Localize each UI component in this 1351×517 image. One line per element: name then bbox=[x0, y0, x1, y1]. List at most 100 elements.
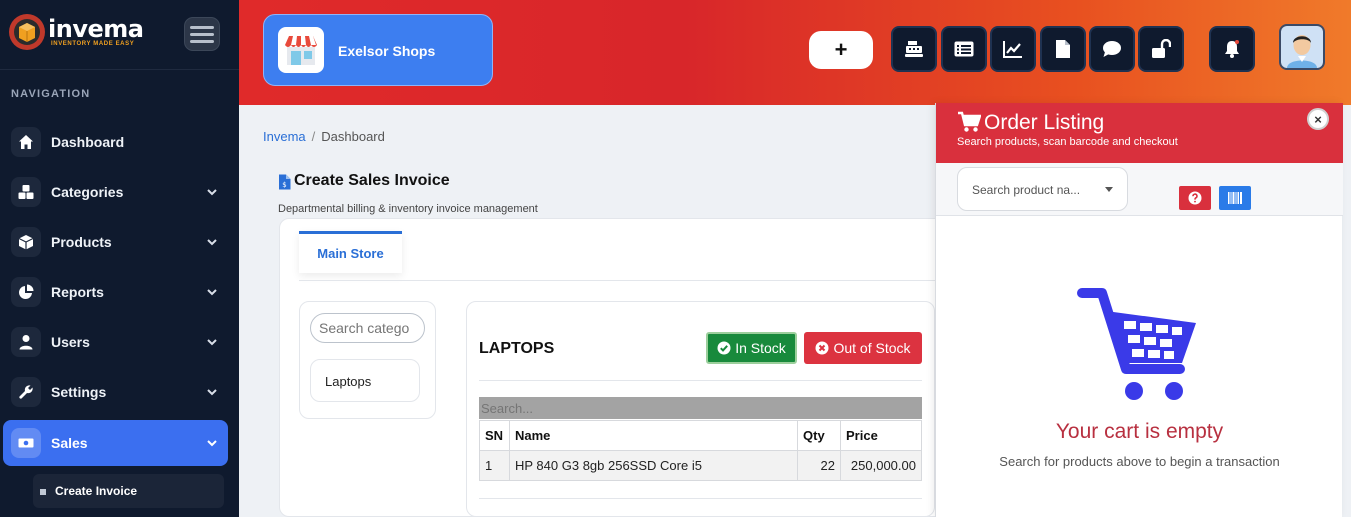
empty-cart-icon bbox=[1077, 288, 1196, 400]
table-row[interactable]: 1 HP 840 G3 8gb 256SSD Core i5 22 250,00… bbox=[479, 450, 922, 481]
hamburger-line bbox=[190, 32, 214, 36]
svg-text:$: $ bbox=[282, 181, 286, 189]
add-button[interactable]: + bbox=[809, 31, 873, 69]
sidebar-item-label: Sales bbox=[51, 435, 88, 451]
bell-icon bbox=[1225, 40, 1239, 58]
cell-price: 250,000.00 bbox=[840, 450, 922, 481]
in-stock-label: In Stock bbox=[735, 340, 786, 356]
breadcrumb-link-root[interactable]: Invema bbox=[263, 129, 306, 144]
user-avatar[interactable] bbox=[1279, 24, 1325, 70]
sidebar-item-dashboard[interactable]: Dashboard bbox=[0, 119, 239, 165]
category-item-laptops[interactable]: Laptops bbox=[310, 359, 420, 402]
column-header-name: Name bbox=[509, 420, 798, 451]
hamburger-line bbox=[190, 39, 214, 43]
notifications-button[interactable] bbox=[1209, 26, 1255, 72]
sidebar-item-products[interactable]: Products bbox=[0, 219, 239, 265]
sidebar-item-categories[interactable]: Categories bbox=[0, 169, 239, 215]
breadcrumb: Invema / Dashboard bbox=[263, 129, 385, 144]
chat-button[interactable] bbox=[1089, 26, 1135, 72]
comment-icon bbox=[1103, 41, 1121, 57]
sidebar: invema INVENTORY MADE EASY NAVIGATION Da… bbox=[0, 0, 239, 517]
product-select-placeholder: Search product na... bbox=[972, 183, 1081, 197]
sidebar-subitem-label: Create Invoice bbox=[55, 484, 138, 498]
invoice-icon: $ bbox=[279, 174, 291, 190]
box-icon bbox=[11, 227, 41, 257]
order-toolbar: Search product na... bbox=[936, 163, 1343, 216]
order-subtitle: Search products, scan barcode and checko… bbox=[957, 136, 1178, 148]
shop-selector[interactable]: Exelsor Shops bbox=[263, 14, 493, 86]
wrench-icon bbox=[11, 377, 41, 407]
home-icon bbox=[11, 127, 41, 157]
hamburger-line bbox=[190, 25, 214, 29]
product-category-title: LAPTOPS bbox=[479, 340, 555, 357]
barcode-icon bbox=[1228, 192, 1242, 204]
file-icon bbox=[1056, 40, 1070, 58]
order-header: Order Listing Search products, scan barc… bbox=[936, 103, 1343, 163]
cell-name: HP 840 G3 8gb 256SSD Core i5 bbox=[509, 450, 798, 481]
caret-down-icon bbox=[1105, 187, 1113, 192]
out-of-stock-label: Out of Stock bbox=[833, 340, 911, 356]
barcode-scan-button[interactable] bbox=[1219, 186, 1251, 210]
sidebar-item-label: Users bbox=[51, 334, 90, 350]
tab-main-store[interactable]: Main Store bbox=[299, 231, 402, 273]
product-table: SN Name Qty Price 1 HP 840 G3 8gb 256SSD… bbox=[479, 420, 922, 481]
logo-text: invema bbox=[48, 15, 144, 43]
unlock-icon bbox=[1152, 39, 1171, 58]
sidebar-item-label: Settings bbox=[51, 384, 107, 400]
list-icon bbox=[954, 41, 974, 57]
product-search-input[interactable] bbox=[479, 397, 922, 419]
column-header-sn: SN bbox=[479, 420, 510, 451]
cell-sn: 1 bbox=[479, 450, 510, 481]
check-circle-icon bbox=[717, 341, 731, 355]
pos-button[interactable] bbox=[891, 26, 937, 72]
bullet-icon bbox=[40, 489, 46, 495]
logo-area: invema INVENTORY MADE EASY bbox=[0, 0, 239, 70]
sidebar-item-settings[interactable]: Settings bbox=[0, 369, 239, 415]
tab-divider bbox=[299, 280, 935, 281]
cash-register-icon bbox=[905, 41, 923, 57]
logo-box-icon bbox=[9, 14, 45, 50]
help-button[interactable] bbox=[1179, 186, 1211, 210]
order-listing-panel: Order Listing Search products, scan barc… bbox=[935, 103, 1343, 517]
empty-cart-subtitle: Search for products above to begin a tra… bbox=[999, 454, 1280, 469]
table-header-row: SN Name Qty Price bbox=[479, 420, 922, 451]
sidebar-item-label: Reports bbox=[51, 284, 104, 300]
sidebar-subitem-create-invoice[interactable]: Create Invoice bbox=[33, 474, 224, 508]
order-title: Order Listing bbox=[984, 111, 1105, 134]
sidebar-item-label: Dashboard bbox=[51, 134, 125, 150]
product-divider-bottom bbox=[479, 498, 922, 499]
in-stock-button[interactable]: In Stock bbox=[706, 332, 797, 364]
analytics-button[interactable] bbox=[990, 26, 1036, 72]
product-divider bbox=[479, 380, 922, 381]
out-of-stock-button[interactable]: Out of Stock bbox=[804, 332, 922, 364]
page-subtitle: Departmental billing & inventory invoice… bbox=[278, 203, 538, 215]
empty-cart-title: Your cart is empty bbox=[1055, 420, 1224, 443]
chevron-down-icon bbox=[207, 440, 217, 447]
breadcrumb-current: Dashboard bbox=[321, 129, 385, 144]
nav-heading: NAVIGATION bbox=[11, 88, 91, 100]
shop-name: Exelsor Shops bbox=[338, 43, 436, 59]
user-icon bbox=[11, 327, 41, 357]
product-search-select[interactable]: Search product na... bbox=[957, 167, 1128, 211]
menu-toggle-button[interactable] bbox=[184, 17, 220, 51]
document-button[interactable] bbox=[1040, 26, 1086, 72]
sidebar-item-reports[interactable]: Reports bbox=[0, 269, 239, 315]
money-icon bbox=[11, 428, 41, 458]
cell-qty: 22 bbox=[797, 450, 841, 481]
shopping-cart-icon bbox=[958, 111, 981, 132]
chevron-down-icon bbox=[207, 289, 217, 296]
column-header-price: Price bbox=[840, 420, 922, 451]
store-icon bbox=[278, 27, 324, 73]
category-search-input[interactable] bbox=[310, 313, 425, 343]
lock-button[interactable] bbox=[1138, 26, 1184, 72]
sidebar-item-sales[interactable]: Sales bbox=[3, 420, 228, 466]
breadcrumb-separator: / bbox=[311, 129, 316, 144]
pie-chart-icon bbox=[11, 277, 41, 307]
chevron-down-icon bbox=[207, 239, 217, 246]
chevron-down-icon bbox=[207, 189, 217, 196]
close-button[interactable]: × bbox=[1307, 108, 1329, 130]
logo-tagline: INVENTORY MADE EASY bbox=[51, 41, 135, 47]
chevron-down-icon bbox=[207, 339, 217, 346]
sidebar-item-users[interactable]: Users bbox=[0, 319, 239, 365]
list-button[interactable] bbox=[941, 26, 987, 72]
